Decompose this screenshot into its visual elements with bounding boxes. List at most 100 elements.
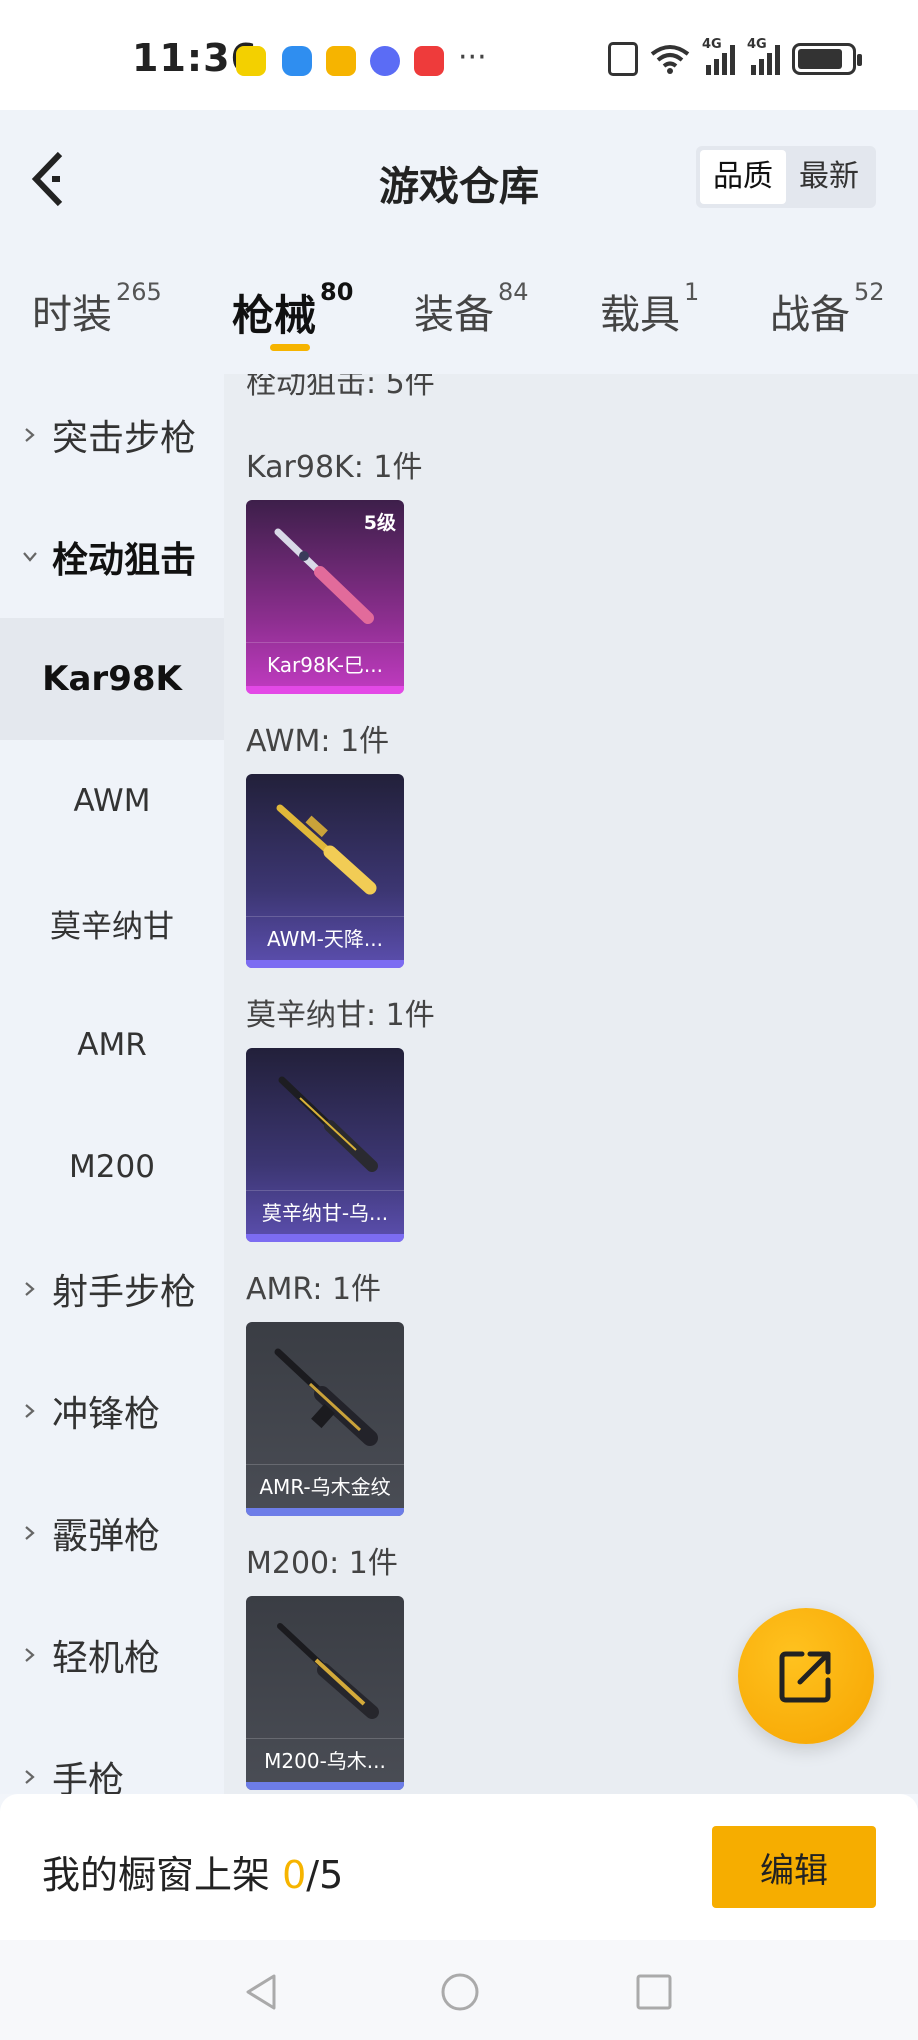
quality-bar [246,1508,404,1516]
weapon-name: M200-乌木... [246,1738,404,1782]
rifle-skin-image [274,528,374,624]
sidebar-item-assault-rifle[interactable]: 突击步枪 [0,374,224,496]
vibrate-icon [608,42,638,76]
sort-option-newest[interactable]: 最新 [786,150,872,204]
sidebar-item-label: 突击步枪 [52,418,197,459]
chevron-right-icon [25,1282,35,1296]
weapon-name: AMR-乌木金纹 [246,1464,404,1508]
tab-count: 84 [498,278,529,306]
wifi-icon [650,45,690,74]
sidebar-item-label: 轻机枪 [52,1638,161,1679]
weapon-card[interactable]: AMR-乌木金纹 [246,1322,404,1516]
header: 游戏仓库 品质 最新 [0,110,918,250]
system-navigation-bar [0,1940,918,2040]
more-notifications-icon: ··· [458,40,487,75]
sidebar-subitem-mosin-nagant[interactable]: 莫辛纳甘 [0,862,224,984]
sidebar-subitem-awm[interactable]: AWM [0,740,224,862]
sidebar-item-shotgun[interactable]: 霰弹枪 [0,1472,224,1594]
share-icon [779,1651,831,1703]
sidebar-item-lmg[interactable]: 轻机枪 [0,1594,224,1716]
sidebar-item-marksman-rifle[interactable]: 射手步枪 [0,1228,224,1350]
sidebar-item-pistol[interactable]: 手枪 [0,1716,224,1794]
weapon-card[interactable]: 莫辛纳甘-乌... [246,1048,404,1242]
rifle-skin-image [278,1076,378,1172]
status-bar: 11:36 ··· 4G 4G [0,0,918,110]
chevron-right-icon [25,1770,35,1784]
network-type-label: 4G [747,37,767,52]
network-type-label: 4G [702,37,722,52]
tab-label: 装备 [414,292,494,338]
tab-equipment[interactable]: 装备 84 [414,278,529,340]
sidebar-item-label: 冲锋枪 [52,1394,161,1435]
weapon-name: AWM-天降... [246,916,404,960]
showcase-current-count: 0 [282,1853,307,1897]
nav-back-icon[interactable] [240,1970,284,2014]
quality-bar [246,960,404,968]
tab-count: 52 [854,278,885,306]
book-icon [414,46,444,76]
chevron-right-icon [25,1526,35,1540]
sidebar-item-label: 射手步枪 [52,1272,197,1313]
weapon-card[interactable]: 5级 Kar98K-巳... [246,500,404,694]
tab-count: 80 [320,278,354,306]
showcase-total-count: /5 [306,1853,344,1897]
music-icon [370,46,400,76]
quality-bar [246,1234,404,1242]
tab-battle-gear[interactable]: 战备 52 [770,278,885,340]
app-notification-icon [236,46,266,76]
category-tabs: 时装 265 枪械 80 装备 84 载具 1 战备 52 [0,250,918,374]
sidebar-item-bolt-action-sniper[interactable]: 栓动狙击 [0,496,224,618]
chevron-right-icon [25,1404,35,1418]
weapon-level-badge: 5级 [363,512,396,534]
sidebar-subitem-amr[interactable]: AMR [0,984,224,1106]
quality-bar [246,686,404,694]
status-indicators: 4G 4G [608,37,862,76]
tab-label: 载具 [600,292,680,338]
weapon-name: Kar98K-巳... [246,642,404,686]
tab-firearms[interactable]: 枪械 80 [232,278,353,343]
tab-fashion[interactable]: 时装 265 [32,278,162,340]
sidebar-item-label: 霰弹枪 [52,1516,161,1557]
sidebar-subitem-m200[interactable]: M200 [0,1106,224,1228]
showcase-label: 我的橱窗上架 [42,1853,283,1897]
quality-bar [246,1782,404,1790]
tab-count: 1 [684,278,700,306]
chevron-right-icon [25,428,35,442]
sidebar-subitem-kar98k[interactable]: Kar98K [0,618,224,740]
app-notification-icon [282,46,312,76]
rifle-skin-image [277,1623,379,1719]
app-notification-icon [326,46,356,76]
chevron-right-icon [25,1648,35,1662]
tab-label: 枪械 [232,291,317,340]
rifle-skin-image [274,1348,378,1446]
group-header: 莫辛纳甘: 1件 [246,998,435,1033]
sort-toggle: 品质 最新 [696,146,876,208]
rifle-skin-image [276,804,377,895]
weapon-card[interactable]: M200-乌木... [246,1596,404,1790]
nav-home-icon[interactable] [438,1970,482,2014]
showcase-bar: 我的橱窗上架 0/5 编辑 [0,1794,918,1940]
edit-button[interactable]: 编辑 [712,1826,876,1908]
sidebar-item-smg[interactable]: 冲锋枪 [0,1350,224,1472]
weapon-list: 栓动狙击: 5件 Kar98K: 1件 5级 Kar98K-巳... AWM: … [224,374,918,1794]
tab-vehicles[interactable]: 载具 1 [600,278,699,340]
weapon-card[interactable]: AWM-天降... [246,774,404,968]
nav-recents-icon[interactable] [632,1970,676,2014]
cell-signal-icon: 4G [702,37,735,75]
group-header: Kar98K: 1件 [246,450,423,485]
share-button[interactable] [738,1608,874,1744]
cell-signal-icon: 4G [747,37,780,75]
weapon-category-sidebar: 突击步枪 栓动狙击 Kar98K AWM 莫辛纳甘 AMR M200 射手步枪 … [0,374,224,1794]
tab-label: 战备 [770,292,850,338]
tab-count: 265 [116,278,162,306]
sidebar-item-label: 手枪 [52,1760,125,1794]
group-header: AMR: 1件 [246,1272,382,1307]
group-header: M200: 1件 [246,1546,398,1581]
sidebar-item-label: 栓动狙击 [52,540,197,581]
active-tab-indicator [270,344,310,351]
showcase-shelf-status: 我的橱窗上架 0/5 [42,1844,343,1899]
tab-label: 时装 [32,292,112,338]
sort-option-quality[interactable]: 品质 [700,150,786,204]
battery-icon [792,43,862,75]
group-header: AWM: 1件 [246,724,390,759]
